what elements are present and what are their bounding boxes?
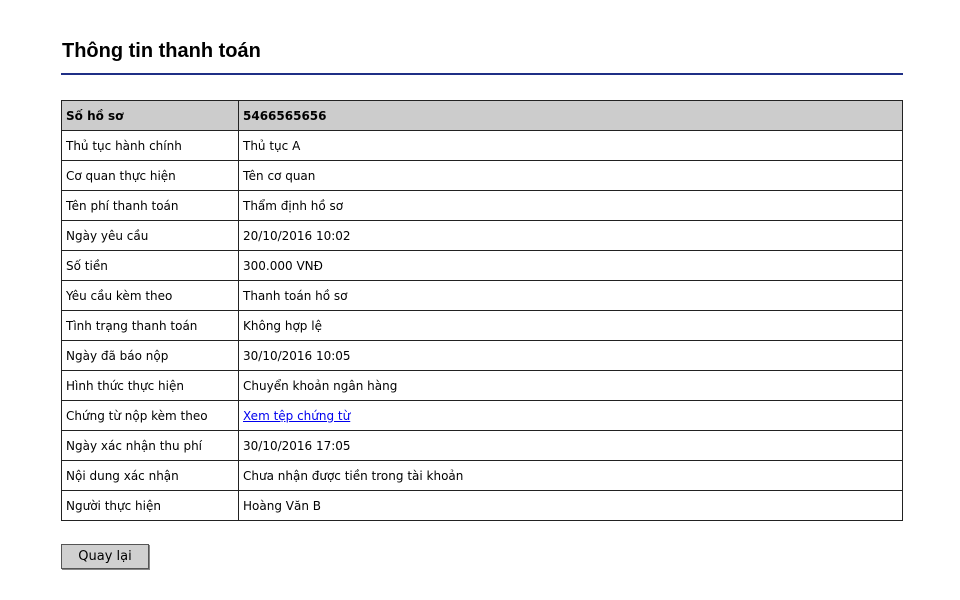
row-label: Người thực hiện bbox=[61, 490, 239, 521]
title-divider bbox=[61, 73, 903, 75]
row-value: 20/10/2016 10:02 bbox=[238, 220, 903, 251]
row-label: Yêu cầu kèm theo bbox=[61, 280, 239, 311]
row-label: Số tiền bbox=[61, 250, 239, 281]
row-value: Thanh toán hồ sơ bbox=[238, 280, 903, 311]
row-label: Cơ quan thực hiện bbox=[61, 160, 239, 191]
row-label: Ngày yêu cầu bbox=[61, 220, 239, 251]
table-row: Tình trạng thanh toán Không hợp lệ bbox=[61, 310, 903, 341]
table-header-row: Số hồ sơ 5466565656 bbox=[61, 100, 903, 131]
table-row: Hình thức thực hiện Chuyển khoản ngân hàn… bbox=[61, 370, 903, 401]
payment-info-table: Số hồ sơ 5466565656 Thủ tục hành chính Thủ … bbox=[61, 100, 903, 521]
row-value: Hoàng Văn B bbox=[238, 490, 903, 521]
row-label: Chứng từ nộp kèm theo bbox=[61, 400, 239, 431]
row-label: Tên phí thanh toán bbox=[61, 190, 239, 221]
row-label: Hình thức thực hiện bbox=[61, 370, 239, 401]
row-value-cell: Xem tệp chứng từ bbox=[238, 400, 903, 431]
table-row: Tên phí thanh toán Thẩm định hồ sơ bbox=[61, 190, 903, 221]
table-row: Thủ tục hành chính Thủ tục A bbox=[61, 130, 903, 161]
row-label: Tình trạng thanh toán bbox=[61, 310, 239, 341]
row-label: Thủ tục hành chính bbox=[61, 130, 239, 161]
row-label: Số hồ sơ bbox=[61, 100, 239, 131]
row-value: Thẩm định hồ sơ bbox=[238, 190, 903, 221]
table-row: Người thực hiện Hoàng Văn B bbox=[61, 490, 903, 521]
row-value: 30/10/2016 10:05 bbox=[238, 340, 903, 371]
table-row: Ngày yêu cầu 20/10/2016 10:02 bbox=[61, 220, 903, 251]
back-button[interactable]: Quay lại bbox=[61, 544, 149, 569]
row-value: 300.000 VNĐ bbox=[238, 250, 903, 281]
row-value: Không hợp lệ bbox=[238, 310, 903, 341]
table-row: Chứng từ nộp kèm theo Xem tệp chứng từ bbox=[61, 400, 903, 431]
row-value: 5466565656 bbox=[238, 100, 903, 131]
table-row: Ngày đã báo nộp 30/10/2016 10:05 bbox=[61, 340, 903, 371]
row-value: Tên cơ quan bbox=[238, 160, 903, 191]
view-attachment-link[interactable]: Xem tệp chứng từ bbox=[243, 409, 350, 423]
row-value: Chuyển khoản ngân hàng bbox=[238, 370, 903, 401]
row-label: Ngày xác nhận thu phí bbox=[61, 430, 239, 461]
page-title: Thông tin thanh toán bbox=[62, 40, 261, 62]
table-row: Yêu cầu kèm theo Thanh toán hồ sơ bbox=[61, 280, 903, 311]
table-row: Nội dung xác nhận Chưa nhận được tiền tro… bbox=[61, 460, 903, 491]
table-row: Số tiền 300.000 VNĐ bbox=[61, 250, 903, 281]
row-value: 30/10/2016 17:05 bbox=[238, 430, 903, 461]
table-row: Ngày xác nhận thu phí 30/10/2016 17:05 bbox=[61, 430, 903, 461]
row-value: Chưa nhận được tiền trong tài khoản bbox=[238, 460, 903, 491]
row-label: Nội dung xác nhận bbox=[61, 460, 239, 491]
row-value: Thủ tục A bbox=[238, 130, 903, 161]
row-label: Ngày đã báo nộp bbox=[61, 340, 239, 371]
table-row: Cơ quan thực hiện Tên cơ quan bbox=[61, 160, 903, 191]
